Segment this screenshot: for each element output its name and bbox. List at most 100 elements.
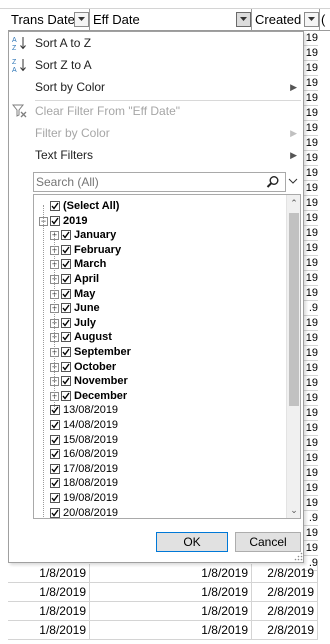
- month-item[interactable]: + November: [34, 374, 284, 389]
- trans-date-cell[interactable]: 1/8/2019: [8, 564, 90, 583]
- checkbox[interactable]: [50, 420, 60, 430]
- header-trans-date[interactable]: Trans Date: [8, 9, 90, 31]
- tree-connector-line: [43, 205, 44, 518]
- scrollbar-thumb[interactable]: [289, 213, 299, 406]
- eff-date-filter-dropdown[interactable]: [236, 12, 251, 27]
- date-item[interactable]: 20/08/2019: [34, 506, 284, 518]
- checkbox[interactable]: [61, 244, 71, 255]
- checkbox[interactable]: [61, 317, 71, 328]
- table-row: 1/8/2019 1/8/2019 2/8/2019: [8, 583, 318, 602]
- svg-text:Z: Z: [12, 45, 17, 51]
- checkbox[interactable]: [50, 215, 60, 226]
- month-item[interactable]: + February: [34, 243, 284, 258]
- checkbox[interactable]: [50, 507, 60, 518]
- checkbox[interactable]: [50, 405, 60, 416]
- filter-search-box[interactable]: [33, 172, 301, 192]
- checkbox[interactable]: [61, 259, 71, 270]
- checkbox[interactable]: [61, 274, 71, 284]
- submenu-arrow-icon: ▶: [290, 128, 297, 138]
- eff-date-cell[interactable]: 1/8/2019: [90, 621, 252, 640]
- month-item-label: June: [74, 302, 100, 315]
- trans-date-cell[interactable]: 1/8/2019: [8, 621, 90, 640]
- trans-date-filter-dropdown[interactable]: [74, 12, 89, 27]
- cancel-button[interactable]: Cancel: [235, 532, 301, 552]
- header-next-column[interactable]: (: [320, 9, 330, 31]
- clear-filter-item[interactable]: Clear Filter From "Eff Date": [9, 100, 303, 122]
- eff-date-cell[interactable]: 1/8/2019: [90, 583, 252, 602]
- created-cell[interactable]: 2/8/2019: [252, 583, 318, 602]
- checkbox[interactable]: [61, 288, 71, 299]
- chevron-down-icon: [240, 17, 247, 21]
- date-item[interactable]: 16/08/2019: [34, 447, 284, 462]
- created-partial-cell: 19: [304, 47, 318, 61]
- checkbox[interactable]: [61, 332, 71, 343]
- submenu-arrow-icon: ▶: [290, 150, 297, 160]
- scroll-down-icon[interactable]: ⌄: [287, 502, 300, 518]
- date-item[interactable]: 17/08/2019: [34, 462, 284, 477]
- chevron-down-icon: [78, 17, 85, 21]
- month-item[interactable]: + March: [34, 257, 284, 272]
- checkbox[interactable]: [61, 347, 71, 357]
- checkbox[interactable]: [61, 230, 71, 241]
- created-filter-dropdown[interactable]: [304, 12, 319, 27]
- checkbox[interactable]: [61, 390, 71, 401]
- search-input[interactable]: [36, 174, 266, 190]
- filter-by-color-item[interactable]: Filter by Color ▶: [9, 122, 303, 144]
- trans-date-cell[interactable]: 1/8/2019: [8, 602, 90, 621]
- month-item[interactable]: + May: [34, 287, 284, 302]
- header-eff-date-label: Eff Date: [93, 12, 140, 27]
- created-partial-cell: 19: [304, 32, 318, 46]
- month-item[interactable]: + July: [34, 316, 284, 331]
- created-partial-cell: 19: [304, 227, 318, 241]
- header-eff-date[interactable]: Eff Date: [90, 9, 252, 31]
- created-cell[interactable]: 2/8/2019: [252, 602, 318, 621]
- checkbox[interactable]: [61, 303, 71, 314]
- sort-z-to-a-item[interactable]: Z A Sort Z to A: [9, 54, 303, 76]
- created-partial-cell: 19: [304, 92, 318, 106]
- date-item[interactable]: 15/08/2019: [34, 433, 284, 448]
- created-partial-cell: 19: [304, 422, 318, 436]
- checkbox[interactable]: [50, 463, 60, 474]
- month-item[interactable]: + December: [34, 389, 284, 404]
- scroll-up-icon[interactable]: ⌃: [287, 195, 300, 211]
- date-item[interactable]: 18/08/2019: [34, 476, 284, 491]
- month-item[interactable]: + June: [34, 301, 284, 316]
- checkbox[interactable]: [50, 201, 60, 211]
- checkbox[interactable]: [50, 449, 60, 460]
- sort-a-to-z-item[interactable]: A Z Sort A to Z: [9, 32, 303, 54]
- month-item[interactable]: + September: [34, 345, 284, 360]
- date-item[interactable]: 19/08/2019: [34, 491, 284, 506]
- checkbox[interactable]: [50, 478, 60, 489]
- search-icon[interactable]: [266, 175, 280, 189]
- month-item[interactable]: + April: [34, 272, 284, 287]
- checkbox[interactable]: [50, 493, 60, 503]
- created-cell[interactable]: 2/8/2019: [252, 621, 318, 640]
- year-item[interactable]: −2019: [34, 214, 284, 229]
- eff-date-cell[interactable]: 1/8/2019: [90, 602, 252, 621]
- checkbox[interactable]: [50, 434, 60, 445]
- trans-date-cell[interactable]: 1/8/2019: [8, 583, 90, 602]
- checkbox[interactable]: [61, 361, 71, 372]
- eff-date-cell[interactable]: 1/8/2019: [90, 564, 252, 583]
- resize-grip-icon[interactable]: [294, 552, 303, 561]
- header-created[interactable]: Created: [252, 9, 320, 31]
- month-item[interactable]: + August: [34, 330, 284, 345]
- month-item-label: March: [74, 258, 107, 271]
- svg-text:A: A: [12, 67, 17, 73]
- created-cell[interactable]: 2/8/2019: [252, 564, 318, 583]
- checkbox[interactable]: [61, 376, 71, 387]
- month-item[interactable]: + October: [34, 360, 284, 375]
- date-item[interactable]: 14/08/2019: [34, 418, 284, 433]
- header-trans-date-label: Trans Date: [11, 12, 75, 27]
- month-item-label: May: [74, 287, 96, 300]
- select-all-item[interactable]: (Select All): [34, 199, 284, 214]
- date-item[interactable]: 13/08/2019: [34, 403, 284, 418]
- tree-scrollbar[interactable]: ⌃ ⌄: [286, 195, 300, 518]
- ok-button[interactable]: OK: [156, 532, 228, 552]
- month-item[interactable]: + January: [34, 228, 284, 243]
- svg-text:A: A: [12, 37, 17, 44]
- text-filters-item[interactable]: Text Filters ▶: [9, 144, 303, 166]
- sort-by-color-item[interactable]: Sort by Color ▶: [9, 76, 303, 98]
- created-partial-cell: 19: [304, 152, 318, 166]
- search-options-dropdown[interactable]: [285, 172, 301, 192]
